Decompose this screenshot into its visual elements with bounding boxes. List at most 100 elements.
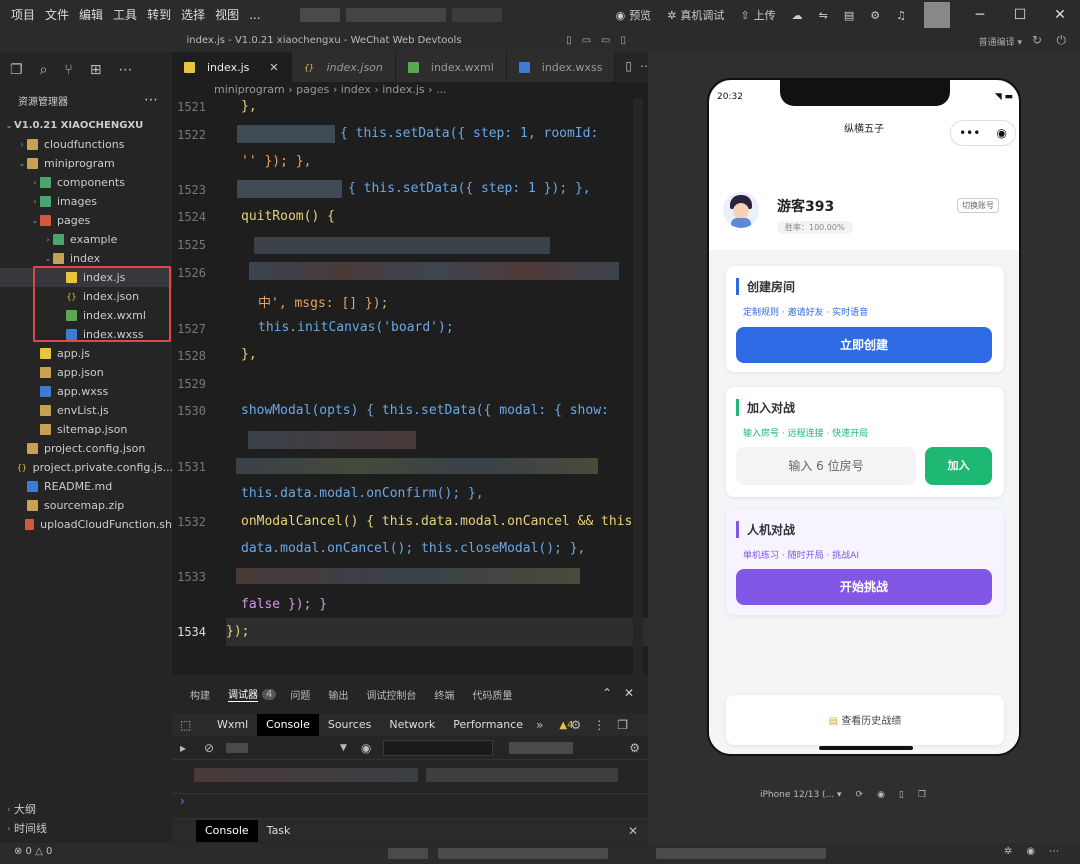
tree-item[interactable]: ⌄ pages bbox=[0, 211, 172, 230]
tab-index-wxml[interactable]: index.wxml bbox=[395, 52, 507, 82]
panel-tab-debug-console[interactable]: 调试控制台 bbox=[366, 687, 416, 702]
switch-account-button[interactable]: 切换账号 bbox=[957, 198, 999, 213]
tree-item[interactable]: › components bbox=[0, 173, 172, 192]
room-number-input[interactable]: 输入 6 位房号 bbox=[736, 447, 916, 485]
maximize-button[interactable]: ☐ bbox=[1000, 0, 1040, 30]
error-warning-count[interactable]: ⊗ 0 △ 0 bbox=[14, 846, 52, 857]
tree-item[interactable]: envList.js bbox=[0, 401, 172, 420]
tree-item[interactable]: › cloudfunctions bbox=[0, 135, 172, 154]
timeline-header[interactable]: › 时间线 bbox=[0, 819, 172, 838]
panel-tab-output[interactable]: 输出 bbox=[328, 687, 348, 702]
minimize-button[interactable]: ─ bbox=[960, 0, 1000, 30]
menu-view[interactable]: 视图 bbox=[210, 0, 244, 30]
menu-edit[interactable]: 编辑 bbox=[74, 0, 108, 30]
console-prompt[interactable]: › bbox=[172, 794, 648, 814]
source-control-icon[interactable]: ⑂ bbox=[64, 62, 72, 78]
close-drawer-icon[interactable]: ✕ bbox=[628, 824, 638, 838]
scrollbar[interactable] bbox=[633, 98, 643, 674]
eye-icon[interactable]: ◉ bbox=[361, 741, 371, 755]
close-tab-icon[interactable]: ✕ bbox=[269, 61, 278, 74]
tree-item[interactable]: ⌄ miniprogram bbox=[0, 154, 172, 173]
search-icon[interactable]: ⌕ bbox=[40, 62, 48, 78]
tree-item[interactable]: › example bbox=[0, 230, 172, 249]
menu-select[interactable]: 选择 bbox=[176, 0, 210, 30]
history-link[interactable]: ▤ 查看历史战绩 bbox=[726, 712, 1004, 727]
extensions-icon[interactable]: ⊞ bbox=[90, 62, 102, 78]
tree-item[interactable]: {} project.private.config.js... bbox=[0, 458, 173, 477]
menu-tools[interactable]: 工具 bbox=[108, 0, 142, 30]
upload-button[interactable]: ⇧ 上传 bbox=[732, 0, 783, 30]
tree-item[interactable]: uploadCloudFunction.sh bbox=[0, 515, 172, 534]
layout-icon[interactable]: ▤ bbox=[836, 0, 862, 30]
popout-icon[interactable]: ❐ bbox=[918, 790, 926, 800]
layout-toggle-icons[interactable]: ▯▭▭▯ bbox=[566, 30, 636, 52]
devtools-settings-icons[interactable]: ⚙⋮❐ bbox=[570, 718, 640, 732]
console-settings-icon[interactable]: ⚙ bbox=[629, 741, 640, 755]
tree-root[interactable]: ⌄ V1.0.21 XIAOCHENGXU bbox=[0, 116, 172, 135]
sidebar-toggle-icon[interactable]: ▸ bbox=[180, 741, 204, 755]
panel-tab-problems[interactable]: 问题 bbox=[290, 687, 310, 702]
drawer-tab-console[interactable]: Console bbox=[196, 819, 258, 842]
tab-index-json[interactable]: {} index.json bbox=[291, 52, 396, 82]
tree-item[interactable]: project.config.json bbox=[0, 439, 172, 458]
devtools-tab-wxml[interactable]: Wxml bbox=[208, 714, 257, 736]
menu-goto[interactable]: 转到 bbox=[142, 0, 176, 30]
explorer-more-icon[interactable]: ⋯ bbox=[144, 89, 158, 111]
context-dropdown-icon[interactable]: ▼ bbox=[340, 743, 347, 753]
console-filter-input[interactable] bbox=[383, 739, 494, 756]
files-icon[interactable]: ❐ bbox=[10, 62, 23, 78]
devtools-tab-console[interactable]: Console bbox=[257, 714, 319, 736]
rotate-icon[interactable]: ⟳ bbox=[856, 790, 864, 800]
settings-icon[interactable]: ⚙ bbox=[862, 0, 888, 30]
more-tabs-icon[interactable]: » bbox=[536, 718, 543, 732]
close-circle-icon[interactable]: ◉ bbox=[996, 126, 1006, 140]
close-window-button[interactable]: ✕ bbox=[1040, 0, 1080, 30]
phone-icon[interactable]: ▯ bbox=[899, 790, 904, 800]
panel-tab-build[interactable]: 构建 bbox=[190, 687, 210, 702]
drawer-tab-task[interactable]: Task bbox=[258, 820, 300, 842]
clear-console-icon[interactable]: ⊘ bbox=[204, 741, 226, 755]
tab-index-js[interactable]: index.js ✕ bbox=[172, 52, 292, 82]
close-panel-icon[interactable]: ✕ bbox=[624, 686, 634, 700]
switch-icon[interactable]: ⇋ bbox=[811, 0, 836, 30]
tab-index-wxss[interactable]: index.wxss bbox=[506, 52, 616, 82]
code-editor[interactable]: 1521 1522 1523 1524 1525 1526 1527 1528 … bbox=[172, 98, 648, 674]
tree-item[interactable]: › images bbox=[0, 192, 172, 211]
devtools-tab-network[interactable]: Network bbox=[380, 714, 444, 736]
tree-item[interactable]: README.md bbox=[0, 477, 172, 496]
bell-icon[interactable]: ♫ bbox=[888, 0, 914, 30]
history-card[interactable]: ▤ 查看历史战绩 bbox=[726, 695, 1004, 745]
power-icon[interactable]: ⏻ bbox=[1057, 33, 1067, 48]
devtools-tab-performance[interactable]: Performance bbox=[444, 714, 532, 736]
preview-button[interactable]: ◉ 预览 bbox=[608, 0, 660, 30]
menu-project[interactable]: 项目 bbox=[6, 0, 40, 30]
start-challenge-button[interactable]: 开始挑战 bbox=[736, 569, 992, 605]
panel-tab-terminal[interactable]: 终端 bbox=[434, 687, 454, 702]
avatar[interactable] bbox=[924, 2, 950, 28]
compile-mode-select[interactable]: 普通编译 ▾ bbox=[979, 35, 1022, 48]
create-now-button[interactable]: 立即创建 bbox=[736, 327, 992, 363]
inspect-icon[interactable]: ⬚ bbox=[180, 718, 208, 732]
panel-tab-debugger[interactable]: 调试器 bbox=[228, 686, 258, 702]
more-icon[interactable]: ⋯ bbox=[119, 62, 133, 78]
chevron-up-icon[interactable]: ⌃ bbox=[602, 686, 612, 700]
real-debug-button[interactable]: ✲ 真机调试 bbox=[659, 0, 732, 30]
device-select[interactable]: iPhone 12/13 (... ▾ bbox=[760, 790, 842, 800]
menu-more[interactable]: ... bbox=[244, 0, 265, 30]
tree-item[interactable]: sitemap.json bbox=[0, 420, 172, 439]
capsule-menu[interactable]: ••• ◉ bbox=[950, 120, 1016, 146]
tree-item[interactable]: sourcemap.zip bbox=[0, 496, 172, 515]
join-button[interactable]: 加入 bbox=[925, 447, 992, 485]
tree-item[interactable]: app.json bbox=[0, 363, 172, 382]
panel-tab-code-quality[interactable]: 代码质量 bbox=[472, 687, 512, 702]
record-icon[interactable]: ◉ bbox=[877, 790, 885, 800]
outline-header[interactable]: › 大纲 bbox=[0, 800, 172, 819]
cloud-icon[interactable]: ☁ bbox=[784, 0, 811, 30]
refresh-icon[interactable]: ↻ bbox=[1032, 33, 1042, 47]
more-dots-icon[interactable]: ••• bbox=[959, 126, 980, 140]
status-icons[interactable]: ✲◉⋯ bbox=[1004, 846, 1073, 857]
devtools-tab-sources[interactable]: Sources bbox=[319, 714, 381, 736]
tree-item[interactable]: app.js bbox=[0, 344, 172, 363]
menu-file[interactable]: 文件 bbox=[40, 0, 74, 30]
tree-item[interactable]: app.wxss bbox=[0, 382, 172, 401]
